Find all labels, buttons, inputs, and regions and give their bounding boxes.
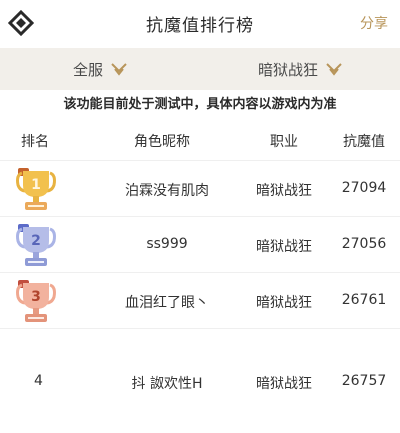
table-row[interactable]: 4 抖 詉欢性H 暗狱战狂 26757 <box>0 328 400 408</box>
bronze-trophy-icon: 3 <box>16 280 56 322</box>
chevron-down-icon <box>326 63 342 76</box>
table-row[interactable]: 1 泊霖没有肌肉 暗狱战狂 27094 <box>0 160 400 216</box>
test-notice: 该功能目前处于测试中，具体内容以游戏内为准 <box>0 92 400 118</box>
silver-trophy-icon: 2 <box>16 224 56 266</box>
gold-trophy-icon: 1 <box>16 168 56 210</box>
class-filter-label: 暗狱战狂 <box>257 60 318 79</box>
column-header-job: 职业 <box>270 134 298 150</box>
column-header-name: 角色昵称 <box>134 134 190 150</box>
player-score: 27056 <box>341 236 387 252</box>
column-header-score: 抗魔值 <box>343 134 385 150</box>
player-name: 血泪红了眼丶 <box>125 295 209 311</box>
player-score: 26761 <box>341 292 387 308</box>
player-class: 暗狱战狂 <box>256 376 312 392</box>
player-name: ss999 <box>146 236 188 252</box>
table-row[interactable]: 2 ss999 暗狱战狂 27056 <box>0 216 400 272</box>
share-button[interactable]: 分享 <box>360 13 388 33</box>
column-header-rank: 排名 <box>21 134 49 150</box>
player-score: 26757 <box>341 373 387 389</box>
class-filter-dropdown[interactable]: 暗狱战狂 <box>200 48 400 90</box>
table-header: 排名 角色昵称 职业 抗魔值 <box>0 122 400 158</box>
rank-number: 3 <box>31 289 41 305</box>
table-row[interactable]: 3 血泪红了眼丶 暗狱战狂 26761 <box>0 272 400 328</box>
player-class: 暗狱战狂 <box>256 183 312 199</box>
rank-number: 4 <box>34 373 43 389</box>
player-class: 暗狱战狂 <box>256 295 312 311</box>
server-filter-dropdown[interactable]: 全服 <box>0 48 200 90</box>
player-name: 抖 詉欢性H <box>131 376 203 392</box>
player-class: 暗狱战狂 <box>256 239 312 255</box>
player-score: 27094 <box>341 180 387 196</box>
rank-number: 1 <box>31 177 41 193</box>
server-filter-label: 全服 <box>72 60 103 79</box>
player-name: 泊霖没有肌肉 <box>125 183 209 199</box>
rank-number: 2 <box>31 233 41 249</box>
app-header: 抗魔值排行榜 分享 <box>0 0 400 44</box>
chevron-down-icon <box>111 63 127 76</box>
filter-bar: 全服 暗狱战狂 <box>0 48 400 90</box>
page-title: 抗魔值排行榜 <box>146 16 254 36</box>
